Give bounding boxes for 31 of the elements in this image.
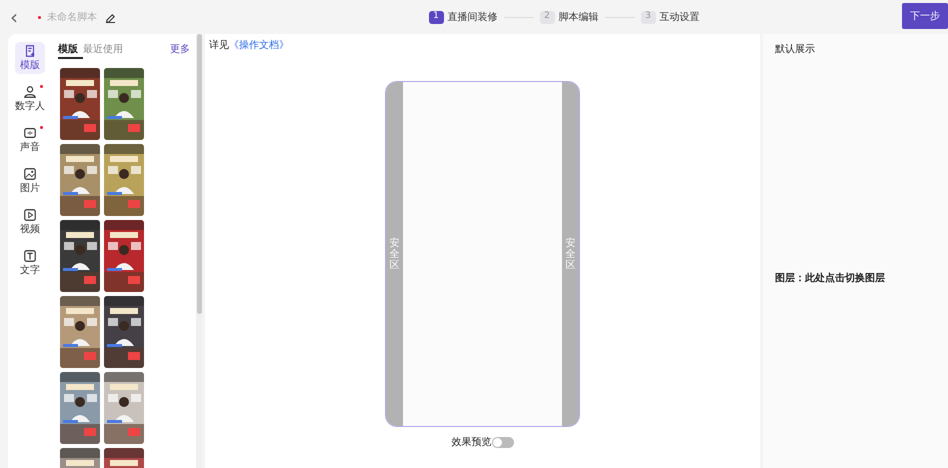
sidebar-item[interactable]: 模版 [15, 42, 45, 74]
sidebar-item[interactable]: 文字 [15, 247, 45, 279]
speaker-icon [23, 126, 37, 140]
edit-icon[interactable] [105, 12, 116, 22]
scrollbar-thumb[interactable] [196, 34, 202, 314]
next-button[interactable]: 下一步 [902, 3, 948, 29]
panel-tab[interactable]: 最近使用 [83, 42, 128, 57]
back-button[interactable]: ‹ [4, 7, 24, 27]
image-icon [23, 166, 37, 180]
document-icon [23, 44, 37, 58]
sidebar-item[interactable]: 数字人 [15, 83, 45, 115]
sidebar-item[interactable]: 视频 [15, 206, 45, 238]
doc-link[interactable]: 《操作文档》 [229, 40, 289, 51]
default-label: 默认展示 [775, 43, 816, 57]
play-icon [23, 208, 37, 222]
panel-tab[interactable]: 模版 [58, 42, 83, 59]
safe-zone-bar: 安全区 [386, 82, 403, 426]
sidebar-item[interactable]: 声音 [15, 124, 45, 156]
step-tab[interactable]: 2 脚本编辑 [540, 10, 598, 24]
sidebar-item[interactable]: 图片 [15, 165, 45, 197]
text-icon [23, 248, 37, 262]
person-icon [23, 84, 37, 98]
layer-hint[interactable]: 图层：此处点击切换图层 [775, 271, 936, 286]
safe-zone-bar: 安全区 [562, 82, 579, 426]
step-tab[interactable]: 1 直播间装修 [428, 10, 498, 24]
doc-hint: 详见《操作文档》 [208, 38, 289, 53]
preview-label: 效果预览 [452, 436, 492, 450]
step-tab[interactable]: 3 互动设置 [640, 10, 700, 24]
script-title: 未命名脚本 [47, 10, 97, 24]
more-link[interactable]: 更多 [170, 42, 190, 57]
preview-toggle[interactable] [492, 437, 514, 448]
